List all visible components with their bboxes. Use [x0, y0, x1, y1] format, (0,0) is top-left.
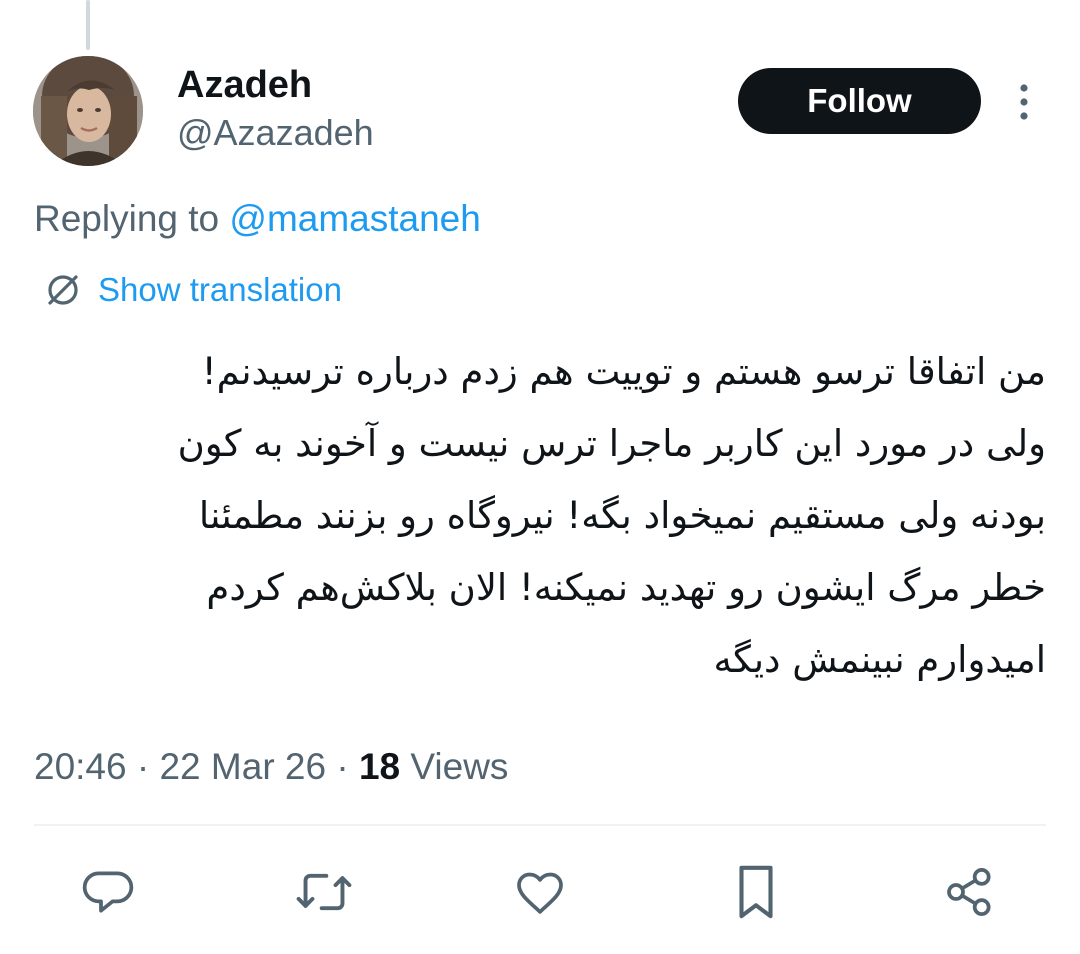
avatar[interactable] — [33, 56, 143, 166]
meta-separator: · — [326, 746, 359, 787]
tweet-time[interactable]: 20:46 — [34, 746, 127, 787]
tweet-text-line: بودنه ولی مستقیم نمیخواد بگه! نیروگاه رو… — [198, 494, 1046, 537]
like-button[interactable] — [510, 860, 570, 924]
user-handle[interactable]: @Azazadeh — [177, 110, 374, 156]
reply-icon — [82, 871, 134, 913]
replying-to: Replying to @mamastaneh — [34, 196, 481, 242]
like-icon — [517, 872, 563, 914]
replying-to-label: Replying to — [34, 198, 230, 239]
tweet-text-line: ولی در مورد این کاربر ماجرا ترس نیست و آ… — [177, 422, 1046, 465]
tweet-text-line: خطر مرگ ایشون رو تهدید نمیکنه! الان بلاک… — [206, 566, 1046, 609]
globe-translate-icon — [48, 275, 78, 305]
bookmark-icon — [739, 865, 773, 919]
tweet-text: من اتفاقا ترسو هستم و توییت هم زدم دربار… — [34, 336, 1046, 696]
divider — [34, 824, 1046, 826]
show-translation-button[interactable]: Show translation — [44, 268, 342, 312]
follow-button[interactable]: Follow — [738, 68, 981, 134]
tweet-metadata: 20:46 · 22 Mar 26 · 18 Views — [34, 742, 508, 792]
tweet-date[interactable]: 22 Mar 26 — [159, 746, 326, 787]
share-icon — [947, 867, 991, 917]
bookmark-button[interactable] — [726, 860, 786, 924]
show-translation-label: Show translation — [98, 271, 342, 308]
replying-to-mention-link[interactable]: @mamastaneh — [229, 198, 480, 239]
meta-separator: · — [126, 746, 160, 787]
more-vertical-icon — [1020, 84, 1028, 120]
more-options-button[interactable] — [1006, 80, 1042, 124]
retweet-icon — [296, 873, 352, 911]
views-count[interactable]: 18 — [359, 746, 400, 787]
thread-connector-line — [86, 0, 90, 50]
share-button[interactable] — [940, 860, 1000, 924]
reply-button[interactable] — [78, 860, 138, 924]
tweet-text-line: من اتفاقا ترسو هستم و توییت هم زدم دربار… — [201, 350, 1046, 393]
display-name[interactable]: Azadeh — [177, 62, 312, 108]
views-label[interactable]: Views — [400, 746, 508, 787]
retweet-button[interactable] — [294, 860, 354, 924]
tweet-text-line: امیدوارم نبینمش دیگه — [713, 638, 1046, 681]
